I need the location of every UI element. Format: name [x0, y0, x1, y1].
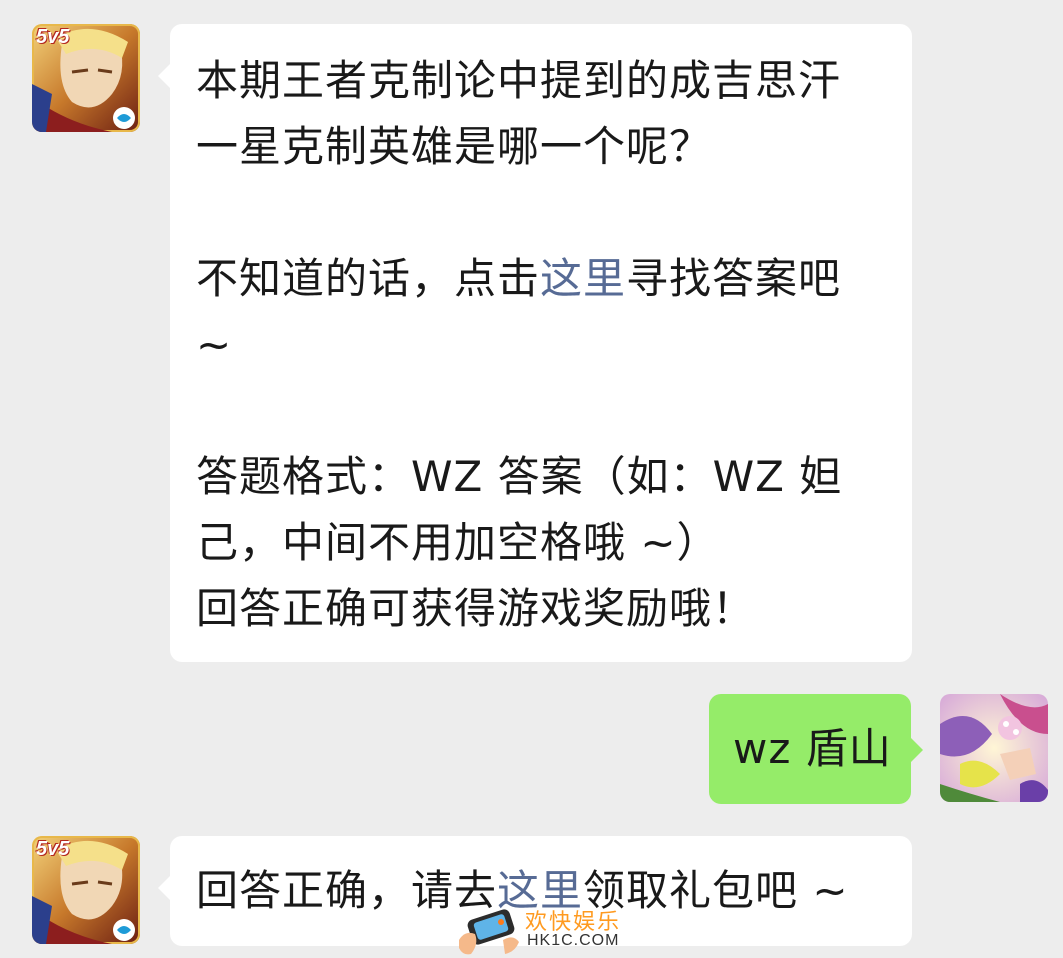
format-text: 己，中间不用加空格哦 ~） [196, 518, 720, 567]
watermark: 欢快娱乐 HK1C.COM [455, 900, 625, 958]
official-avatar[interactable]: 5v5 [32, 24, 140, 132]
reward-text: 回答正确可获得游戏奖励哦！ [196, 584, 756, 633]
user-avatar[interactable] [940, 694, 1048, 802]
format-text: 答题格式：WZ 答案（如：WZ 妲 [196, 452, 843, 501]
watermark-en: HK1C.COM [527, 932, 620, 949]
answer-link[interactable]: 这里 [540, 254, 626, 303]
official-avatar[interactable]: 5v5 [32, 836, 140, 944]
hand-phone-logo-icon [459, 909, 519, 955]
message-text: 一星克制英雄是哪一个呢？ [196, 122, 713, 171]
message-bubble-user-answer[interactable]: wz 盾山 [709, 694, 923, 804]
message-text: 本期王者克制论中提到的成吉思汗 [196, 56, 842, 105]
hint-line: 不知道的话，点击这里寻找答案吧 [196, 246, 886, 312]
hint-tail: ~ [196, 320, 233, 369]
hint-text: 不知道的话，点击 [196, 254, 541, 303]
avatar-badge: 5v5 [36, 26, 70, 48]
user-avatar-icon [940, 694, 1048, 802]
message-text: wz 盾山 [733, 724, 892, 773]
confirmation-text: 回答正确，请去 [196, 866, 498, 915]
avatar-badge: 5v5 [36, 838, 70, 860]
hint-text-after: 寻找答案吧 [626, 254, 842, 303]
message-bubble-question[interactable]: 本期王者克制论中提到的成吉思汗 一星克制英雄是哪一个呢？ 不知道的话，点击这里寻… [158, 24, 912, 662]
